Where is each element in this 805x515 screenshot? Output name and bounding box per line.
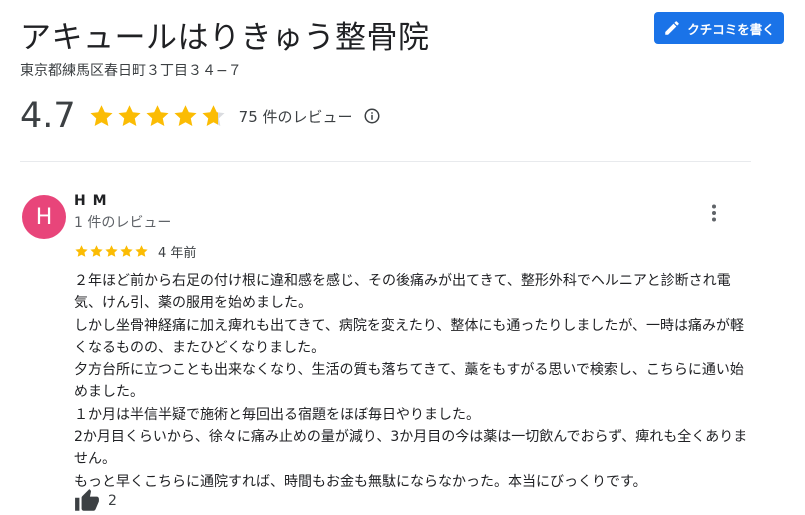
- like-control[interactable]: 2: [74, 488, 117, 514]
- like-count: 2: [108, 493, 117, 509]
- more-vert-icon[interactable]: [702, 201, 726, 225]
- star-icon: [202, 104, 225, 126]
- write-review-label: クチコミを書く: [687, 21, 775, 37]
- star-icon: [105, 245, 118, 257]
- review-count-link[interactable]: 75 件のレビュー: [239, 106, 353, 127]
- review-paragraph: 2か月目くらいから、徐々に痛み止めの量が減り、3か月目の今は薬は一切飲んでおらず…: [74, 429, 748, 468]
- review-paragraph: 夕方台所に立つことも出来なくなり、生活の質も落ちてきて、藁をもすがる思いで検索し…: [74, 362, 744, 401]
- divider: [20, 161, 751, 162]
- review-text: ２年ほど前から右足の付け根に違和感を感じ、その後痛みが出てきて、整形外科でヘルニ…: [74, 270, 754, 493]
- review-stars: [74, 244, 149, 259]
- place-name: アキュールはりきゅう整骨院: [20, 20, 430, 56]
- star-icon: [118, 104, 141, 126]
- rating-summary: 4.7 75 件のレビュー: [20, 96, 381, 136]
- reviewer-name[interactable]: H M: [74, 193, 108, 209]
- avatar-letter: H: [35, 204, 53, 230]
- star-icon: [90, 104, 113, 126]
- pencil-icon: [665, 21, 679, 35]
- review-paragraph: １か月は半信半疑で施術と毎回出る宿題をほぼ毎日やりました。: [74, 406, 480, 423]
- info-icon[interactable]: [363, 107, 381, 125]
- avatar[interactable]: H: [22, 195, 66, 239]
- star-icon: [90, 245, 103, 257]
- star-icon: [120, 245, 133, 257]
- place-address: 東京都練馬区春日町３丁目３４−７: [20, 63, 242, 79]
- rating-score: 4.7: [20, 96, 76, 136]
- review-paragraph: もっと早くこちらに通院すれば、時間もお金も無駄にならなかった。本当にびっくりです…: [74, 473, 647, 490]
- review-paragraph: しかし坐骨神経痛に加え痺れも出てきて、病院を変えたり、整体にも通ったりしましたが…: [74, 317, 745, 356]
- write-review-button[interactable]: クチコミを書く: [654, 12, 784, 44]
- reviewer-review-count: 1 件のレビュー: [74, 215, 172, 231]
- star-icon: [135, 245, 148, 257]
- review-meta: 4 年前: [74, 242, 196, 261]
- star-icon: [146, 104, 169, 126]
- star-icon: [174, 104, 197, 126]
- thumbs-up-icon[interactable]: [74, 488, 100, 514]
- rating-stars: [88, 103, 227, 130]
- review-paragraph: ２年ほど前から右足の付け根に違和感を感じ、その後痛みが出てきて、整形外科でヘルニ…: [74, 273, 731, 312]
- star-icon: [75, 245, 88, 257]
- review-date: 4 年前: [158, 246, 197, 261]
